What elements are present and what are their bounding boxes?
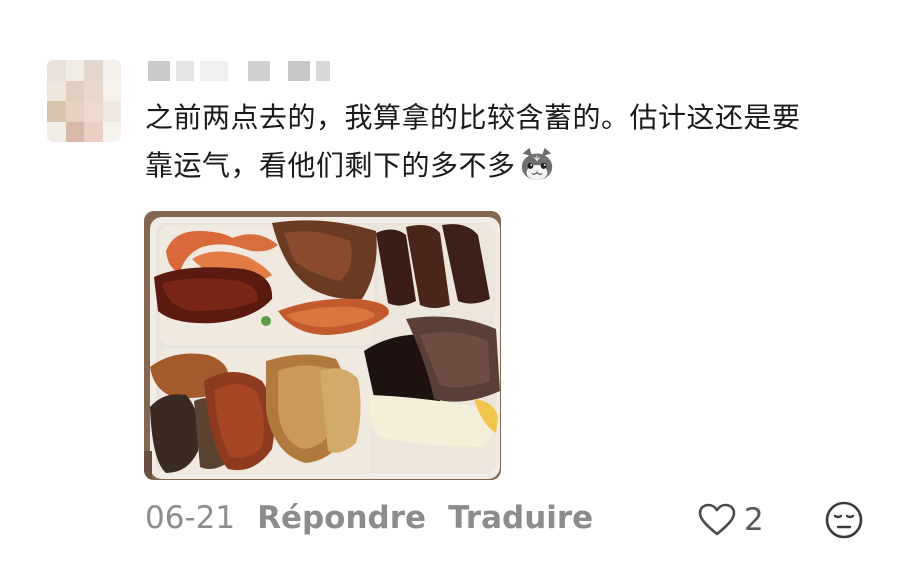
translate-button[interactable]: Traduire: [448, 500, 593, 536]
username-blurred[interactable]: [148, 61, 330, 81]
food-tray-image: [144, 211, 501, 480]
comment-line-2-text: 靠运气，看他们剩下的多不多: [145, 149, 516, 182]
comment-line-1: 之前两点去的，我算拿的比较含蓄的。估计这还是要: [145, 101, 801, 134]
comment-card: 之前两点去的，我算拿的比较含蓄的。估计这还是要 靠运气，看他们剩下的多不多 06…: [0, 0, 900, 564]
food-tray-photo[interactable]: [144, 211, 501, 480]
like-count: 2: [744, 502, 764, 538]
neutral-face-icon[interactable]: [824, 500, 864, 540]
cat-face-emoji: [521, 147, 552, 181]
comment-date: 06-21: [145, 500, 236, 536]
avatar[interactable]: [47, 60, 121, 142]
comment-footer: 06-21 Répondre Traduire: [145, 494, 593, 542]
comment-line-2: 靠运气，看他们剩下的多不多: [145, 142, 865, 190]
reply-button[interactable]: Répondre: [257, 500, 426, 536]
heart-outline-icon: [698, 503, 736, 536]
like-button[interactable]: 2: [698, 498, 764, 542]
comment-text: 之前两点去的，我算拿的比较含蓄的。估计这还是要 靠运气，看他们剩下的多不多: [145, 94, 865, 190]
